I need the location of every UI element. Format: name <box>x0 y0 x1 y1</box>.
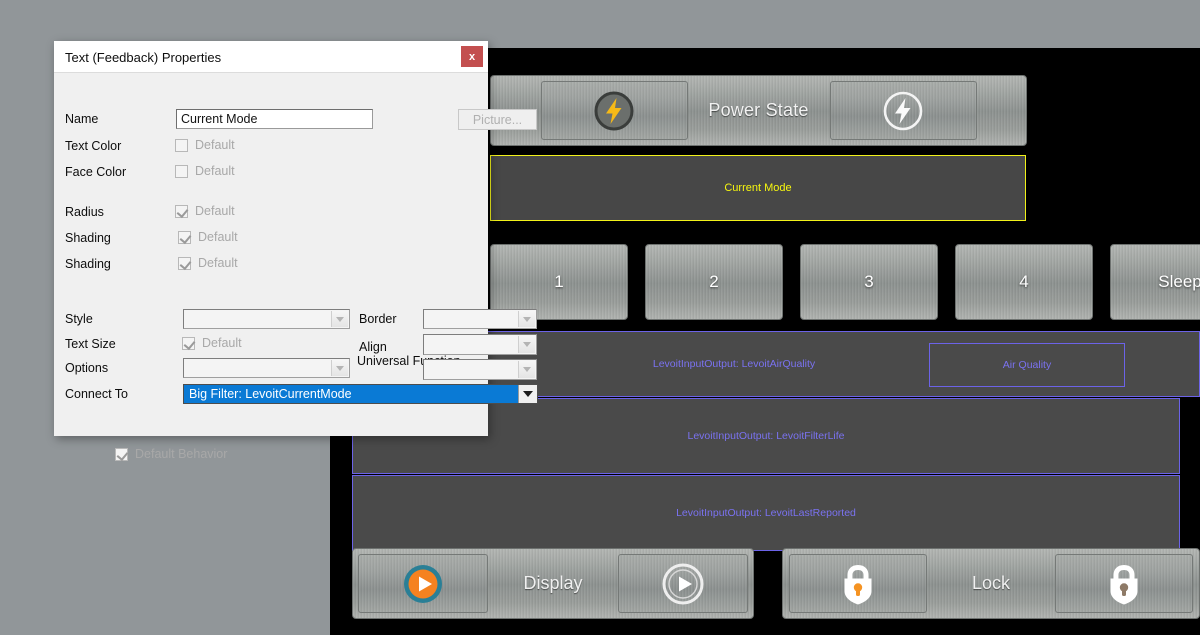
lock-control-bar: Lock <box>782 548 1200 619</box>
face-color-default-checkbox[interactable]: Default <box>175 164 235 178</box>
power-on-button[interactable] <box>540 81 688 140</box>
last-reported-row[interactable]: LevoitInputOutput: LevoitLastReported <box>352 475 1180 551</box>
mode-button-sleep-label: Sleep <box>1158 272 1200 291</box>
default-behavior-label: Default Behavior <box>135 447 228 461</box>
mode-button-1-label: 1 <box>554 272 564 291</box>
mode-button-4-label: 4 <box>1019 272 1029 291</box>
power-state-bar: Power State <box>490 75 1027 146</box>
connect-to-value: Big Filter: LevoitCurrentMode <box>184 385 518 403</box>
lock-shield-on-icon <box>835 561 881 607</box>
text-size-default-label: Default <box>202 336 242 350</box>
checkbox-box <box>182 336 195 350</box>
air-quality-inner-box[interactable]: Air Quality <box>929 343 1125 387</box>
close-icon[interactable]: x <box>461 46 483 67</box>
chevron-down-icon <box>518 336 535 353</box>
checkbox-box <box>175 164 188 178</box>
dialog-title: Text (Feedback) Properties <box>65 50 222 65</box>
face-color-default-label: Default <box>195 164 235 178</box>
radius-default-label: Default <box>195 204 235 218</box>
chevron-down-icon <box>518 361 535 378</box>
mode-button-2[interactable]: 2 <box>645 244 783 320</box>
shading2-label: Shading <box>65 257 111 271</box>
play-circle-on-icon <box>401 562 445 606</box>
dialog-title-bar[interactable]: Text (Feedback) Properties x <box>54 41 488 73</box>
text-color-default-checkbox[interactable]: Default <box>175 138 235 152</box>
air-quality-inner-label: Air Quality <box>1002 359 1052 371</box>
mode-button-sleep[interactable]: Sleep <box>1110 244 1200 320</box>
text-color-label: Text Color <box>65 139 122 153</box>
power-state-label: Power State <box>708 100 809 120</box>
power-off-button[interactable] <box>829 81 977 140</box>
text-feedback-properties-dialog: Text (Feedback) Properties x Name Pictur… <box>54 41 538 461</box>
checkbox-box <box>178 230 191 244</box>
power-bolt-off-icon <box>880 88 926 134</box>
checkbox-box <box>175 138 188 152</box>
options-label: Options <box>65 361 109 375</box>
options-select[interactable] <box>183 358 350 378</box>
style-label: Style <box>65 312 93 326</box>
screen: Power State Current Mode 1 2 3 4 Sleep L… <box>0 0 1200 635</box>
chevron-down-icon <box>518 311 535 327</box>
mode-button-row: 1 2 3 4 Sleep <box>490 244 1200 320</box>
mode-button-3[interactable]: 3 <box>800 244 938 320</box>
chevron-down-icon <box>331 360 348 376</box>
lock-shield-off-icon <box>1101 561 1147 607</box>
last-reported-row-label: LevoitInputOutput: LevoitLastReported <box>676 507 856 519</box>
face-color-label: Face Color <box>65 165 127 179</box>
name-label: Name <box>65 112 99 126</box>
shading2-default-label: Default <box>198 256 238 270</box>
display-control-bar: Display <box>352 548 754 619</box>
text-size-label: Text Size <box>65 337 116 351</box>
mode-button-3-label: 3 <box>864 272 874 291</box>
mode-button-2-label: 2 <box>709 272 719 291</box>
display-label: Display <box>523 573 583 593</box>
name-input[interactable] <box>176 109 373 129</box>
mode-button-4[interactable]: 4 <box>955 244 1093 320</box>
default-behavior-checkbox[interactable]: Default Behavior <box>115 447 227 461</box>
text-size-default-checkbox[interactable]: Default <box>182 336 242 350</box>
chevron-down-icon[interactable] <box>518 385 537 403</box>
universal-function-select[interactable] <box>423 359 537 380</box>
universal-function-label: Universal Function <box>357 354 461 368</box>
picture-button[interactable]: Picture... <box>458 109 537 130</box>
lock-off-button[interactable] <box>1055 554 1193 613</box>
lock-on-button[interactable] <box>789 554 927 613</box>
lock-label: Lock <box>971 573 1011 593</box>
align-select[interactable] <box>423 334 537 355</box>
current-mode-feedback-box[interactable]: Current Mode <box>490 155 1026 221</box>
play-circle-off-icon <box>661 562 705 606</box>
border-label: Border <box>359 312 397 326</box>
style-select[interactable] <box>183 309 350 329</box>
display-on-button[interactable] <box>358 554 488 613</box>
shading1-label: Shading <box>65 231 111 245</box>
radius-default-checkbox[interactable]: Default <box>175 204 235 218</box>
dialog-body: Name Picture... Text Color Default Face … <box>54 73 538 461</box>
checkbox-box <box>115 447 128 461</box>
connect-to-label: Connect To <box>65 387 129 401</box>
text-color-default-label: Default <box>195 138 235 152</box>
shading1-default-label: Default <box>198 230 238 244</box>
shading2-default-checkbox[interactable]: Default <box>178 256 238 270</box>
checkbox-box <box>175 204 188 218</box>
display-off-button[interactable] <box>618 554 748 613</box>
radius-label: Radius <box>65 205 104 219</box>
power-bolt-on-icon <box>591 88 637 134</box>
current-mode-label: Current Mode <box>724 182 792 194</box>
align-label: Align <box>359 340 387 354</box>
connect-to-select[interactable]: Big Filter: LevoitCurrentMode <box>183 384 538 404</box>
border-select[interactable] <box>423 309 537 329</box>
chevron-down-icon <box>331 311 348 327</box>
shading1-default-checkbox[interactable]: Default <box>178 230 238 244</box>
checkbox-box <box>178 256 191 270</box>
